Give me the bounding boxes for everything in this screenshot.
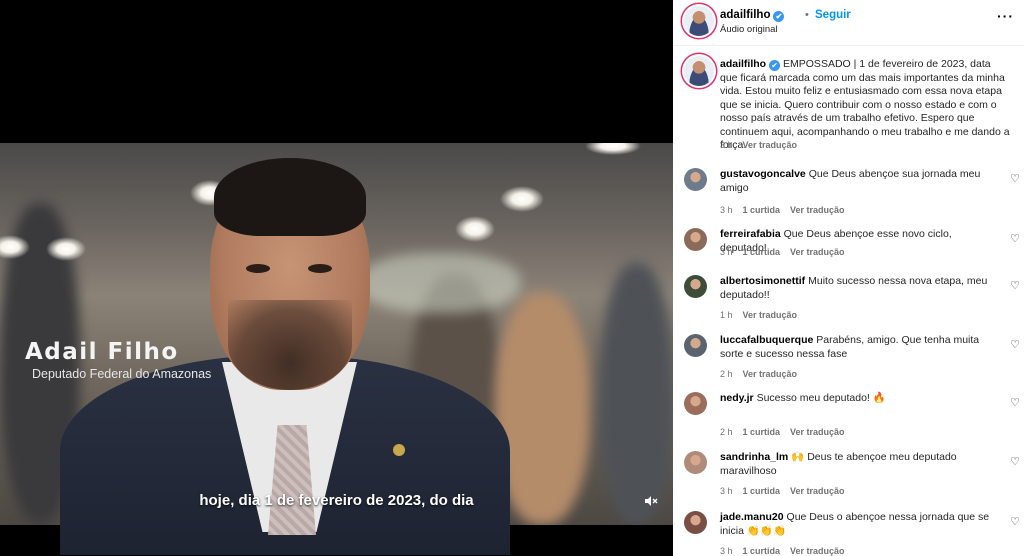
- avatar[interactable]: [684, 451, 707, 474]
- comment-time: 3 h: [720, 247, 733, 257]
- post-caption: adailfilho ✔ EMPOSSADO | 1 de fevereiro d…: [673, 50, 1024, 153]
- comment-text: nedy.jr Sucesso meu deputado! 🔥: [720, 392, 995, 406]
- comment-text: sandrinha_lm 🙌 Deus te abençoe meu deput…: [720, 451, 995, 478]
- speaker-muted-icon[interactable]: [642, 495, 660, 511]
- heart-icon[interactable]: ♡: [1010, 172, 1020, 185]
- speaker-muted-icon-svg: [645, 496, 658, 506]
- translate-link[interactable]: Ver tradução: [790, 427, 845, 437]
- lapel-pin: [393, 444, 405, 456]
- comment-meta: 2 h Ver tradução: [720, 369, 807, 379]
- translate-link[interactable]: Ver tradução: [790, 486, 845, 496]
- avatar[interactable]: [684, 56, 714, 86]
- comment-username[interactable]: luccafalbuquerque: [720, 334, 813, 346]
- speaker-hair: [214, 158, 366, 236]
- comment-username[interactable]: nedy.jr: [720, 392, 754, 404]
- speaker-eye: [308, 264, 332, 273]
- comment-username[interactable]: gustavogoncalve: [720, 168, 806, 180]
- comment-text: gustavogoncalve Que Deus abençoe sua jor…: [720, 168, 995, 195]
- speaker-beard: [228, 300, 352, 390]
- translate-link[interactable]: Ver tradução: [790, 546, 845, 556]
- comment-time: 2 h: [720, 369, 733, 379]
- ceiling-light: [455, 216, 495, 242]
- avatar[interactable]: [684, 275, 707, 298]
- comment-time: 3 h: [720, 546, 733, 556]
- comment-meta: 3 h 1 curtida Ver tradução: [720, 546, 855, 556]
- heart-icon[interactable]: ♡: [1010, 279, 1020, 292]
- ceiling-light: [585, 143, 641, 155]
- heart-icon[interactable]: ♡: [1010, 455, 1020, 468]
- comment-meta: 3 h 1 curtida Ver tradução: [720, 205, 855, 215]
- comment-message: Sucesso meu deputado! 🔥: [756, 392, 886, 404]
- avatar[interactable]: [684, 511, 707, 534]
- translate-link[interactable]: Ver tradução: [790, 205, 845, 215]
- comment-meta: 3 h 1 curtida Ver tradução: [720, 247, 855, 257]
- comment-time: 3 h: [720, 486, 733, 496]
- header-username[interactable]: adailfilho ✔: [720, 9, 785, 22]
- comment-meta: 3 h 1 curtida Ver tradução: [720, 486, 855, 496]
- background-light: [360, 253, 520, 313]
- avatar[interactable]: [684, 392, 707, 415]
- post-viewer: Adail Filho Deputado Federal do Amazonas…: [0, 0, 1024, 556]
- heart-icon[interactable]: ♡: [1010, 338, 1020, 351]
- translate-link[interactable]: Ver tradução: [743, 369, 798, 379]
- post-header: adailfilho ✔ • Seguir Áudio original ···: [673, 0, 1024, 46]
- comment-likes[interactable]: 1 curtida: [743, 247, 781, 257]
- lower-third-role: Deputado Federal do Amazonas: [32, 367, 212, 381]
- verified-icon: ✔: [773, 11, 785, 22]
- background-figure: [600, 263, 673, 525]
- verified-icon: ✔: [769, 60, 781, 71]
- heart-icon[interactable]: ♡: [1010, 515, 1020, 528]
- audio-link[interactable]: Áudio original: [720, 24, 778, 35]
- comment-meta: 2 h 1 curtida Ver tradução: [720, 427, 855, 437]
- caption-text: adailfilho ✔ EMPOSSADO | 1 de fevereiro d…: [720, 58, 1010, 153]
- comment-time: 3 h: [720, 205, 733, 215]
- comment-text: jade.manu20 Que Deus o abençoe nessa jor…: [720, 511, 995, 538]
- comment-username[interactable]: albertosimonettif: [720, 275, 805, 287]
- lower-third-name: Adail Filho: [25, 339, 179, 365]
- video-subtitle: hoje, dia 1 de fevereiro de 2023, do dia: [199, 492, 474, 509]
- caption-meta: 3 h Ver tradução: [720, 140, 807, 150]
- translate-link[interactable]: Ver tradução: [743, 310, 798, 320]
- separator-dot: •: [805, 9, 809, 21]
- comment-likes[interactable]: 1 curtida: [743, 486, 781, 496]
- comment-time: 2 h: [720, 427, 733, 437]
- comment-username[interactable]: jade.manu20: [720, 511, 784, 523]
- translate-link[interactable]: Ver tradução: [743, 140, 798, 150]
- more-options-icon[interactable]: ···: [997, 8, 1014, 24]
- comment-text: albertosimonettif Muito sucesso nessa no…: [720, 275, 995, 302]
- comment-text: luccafalbuquerque Parabéns, amigo. Que t…: [720, 334, 995, 361]
- caption-body: EMPOSSADO | 1 de fevereiro de 2023, data…: [720, 58, 1010, 151]
- comment-time: 1 h: [720, 310, 733, 320]
- ceiling-light: [46, 237, 86, 261]
- caption-username[interactable]: adailfilho: [720, 58, 766, 70]
- follow-button[interactable]: Seguir: [815, 9, 851, 21]
- comment-meta: 1 h Ver tradução: [720, 310, 807, 320]
- avatar[interactable]: [684, 168, 707, 191]
- comment-likes[interactable]: 1 curtida: [743, 427, 781, 437]
- video-player[interactable]: Adail Filho Deputado Federal do Amazonas…: [0, 0, 673, 556]
- heart-icon[interactable]: ♡: [1010, 232, 1020, 245]
- speaker-eye: [246, 264, 270, 273]
- avatar[interactable]: [684, 6, 714, 36]
- heart-icon[interactable]: ♡: [1010, 396, 1020, 409]
- avatar[interactable]: [684, 334, 707, 357]
- avatar[interactable]: [684, 228, 707, 251]
- username-text[interactable]: adailfilho: [720, 9, 770, 21]
- comment-likes[interactable]: 1 curtida: [743, 205, 781, 215]
- caption-time: 3 h: [720, 140, 733, 150]
- comment-username[interactable]: sandrinha_lm: [720, 451, 788, 463]
- translate-link[interactable]: Ver tradução: [790, 247, 845, 257]
- ceiling-light: [500, 186, 544, 212]
- comment-username[interactable]: ferreirafabia: [720, 228, 781, 240]
- comment-likes[interactable]: 1 curtida: [743, 546, 781, 556]
- comments-panel: adailfilho ✔ • Seguir Áudio original ··· …: [673, 0, 1024, 556]
